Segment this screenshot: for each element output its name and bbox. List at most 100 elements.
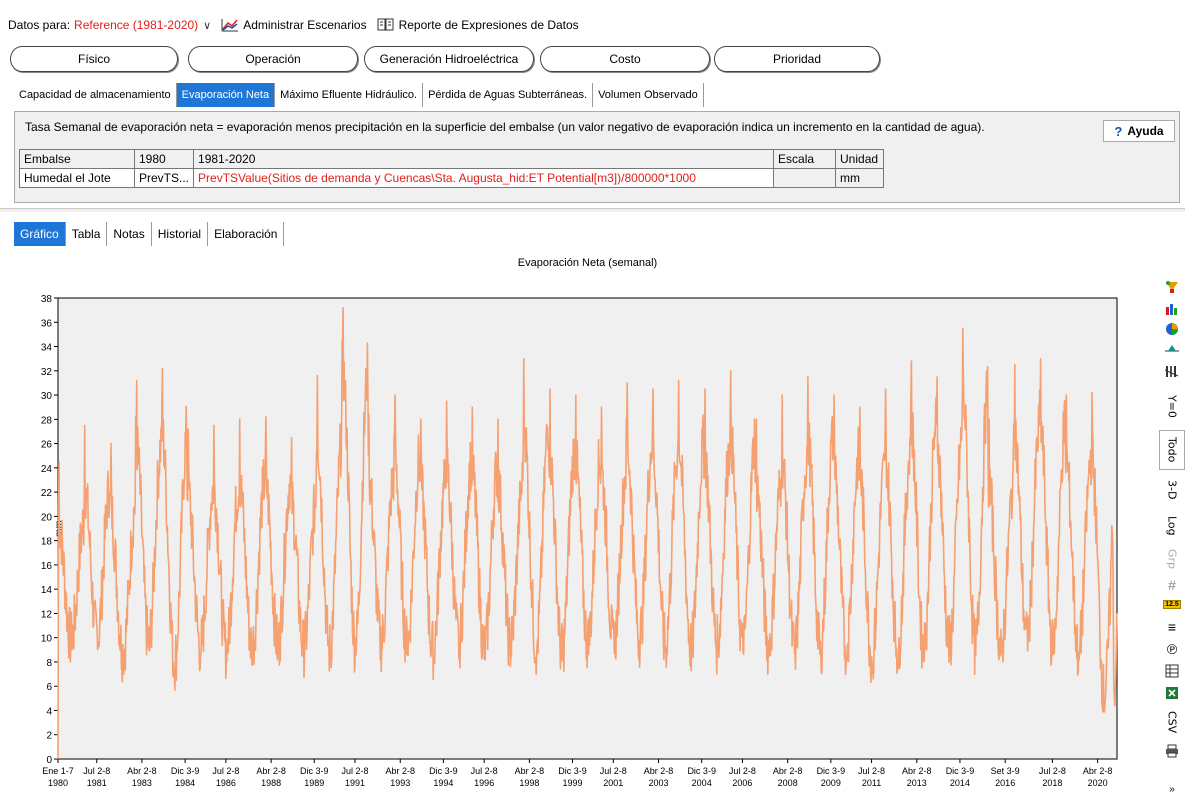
manage-scenarios-button[interactable]: Administrar Escenarios: [221, 17, 367, 33]
x-tick-label-year: 1989: [304, 778, 324, 788]
tab-evaporacion-neta[interactable]: Evaporación Neta: [176, 83, 276, 107]
excel-icon[interactable]: [1159, 684, 1185, 702]
header-1980: 1980: [133, 149, 195, 169]
tab-tabla[interactable]: Tabla: [66, 222, 108, 246]
tab-historial[interactable]: Historial: [152, 222, 209, 246]
y-tick-label: 32: [41, 367, 53, 378]
y-tick-label: 10: [41, 634, 53, 645]
x-tick-label-year: 2020: [1088, 778, 1108, 788]
x-tick-label: Abr 2-8: [256, 766, 286, 776]
tab-perdida-aguas[interactable]: Pérdida de Aguas Subterráneas.: [423, 83, 594, 107]
log-scale-button[interactable]: Log: [1159, 510, 1185, 542]
y-tick-label: 22: [41, 488, 53, 499]
tab-capacidad-almacenamiento[interactable]: Capacidad de almacenamiento: [14, 83, 177, 107]
lines-icon[interactable]: ≡: [1159, 618, 1185, 636]
x-tick-label: Jul 2-8: [729, 766, 756, 776]
x-tick-label-year: 1991: [345, 778, 365, 788]
y-tick-label: 12: [41, 609, 53, 620]
tab-label: Costo: [609, 52, 641, 66]
x-tick-label: Dic 3-9: [300, 766, 329, 776]
decimals-button[interactable]: 12.5: [1159, 596, 1185, 612]
y-tick-label: 36: [41, 318, 53, 329]
x-tick-label-year: 2001: [603, 778, 623, 788]
tab-maximo-efluente[interactable]: Máximo Efluente Hidráulico.: [275, 83, 424, 107]
expression-cell[interactable]: PrevTSValue(Sitios de demanda y Cuencas\…: [193, 168, 775, 188]
y-zero-button[interactable]: Y=0: [1159, 386, 1185, 426]
y-tick-label: 8: [46, 658, 52, 669]
three-d-button[interactable]: 3-D: [1159, 474, 1185, 506]
x-tick-label: Jul 2-8: [600, 766, 627, 776]
table-icon[interactable]: [1159, 662, 1185, 680]
x-tick-label: Ene 1-7: [42, 766, 74, 776]
variable-panel: Tasa Semanal de evaporación neta = evapo…: [14, 111, 1180, 203]
category-tabs: Físico Operación Generación Hidroeléctri…: [10, 46, 880, 72]
triangle-marker-icon[interactable]: [1159, 340, 1185, 358]
x-tick-label: Dic 3-9: [429, 766, 458, 776]
x-tick-label: Set 3-9: [991, 766, 1020, 776]
x-tick-label: Jul 2-8: [1039, 766, 1066, 776]
x-tick-label-year: 2006: [732, 778, 752, 788]
scenario-select[interactable]: Reference (1981-2020) ∨: [74, 18, 211, 32]
x-tick-label: Abr 2-8: [515, 766, 545, 776]
help-label: Ayuda: [1127, 124, 1164, 138]
font-icon[interactable]: ℗: [1159, 640, 1185, 658]
header-escala: Escala: [773, 149, 837, 169]
data-grid: Embalse 1980 1981-2020 Escala Unidad Hum…: [19, 149, 885, 188]
tab-label: Operación: [245, 52, 301, 66]
bar-chart-icon[interactable]: [1159, 300, 1185, 318]
data-expressions-report-label: Reporte de Expresiones de Datos: [398, 18, 579, 32]
x-tick-label: Jul 2-8: [341, 766, 368, 776]
y-tick-label: 26: [41, 440, 53, 451]
x-tick-label-year: 2014: [950, 778, 970, 788]
x-tick-label-year: 1986: [216, 778, 236, 788]
tab-elaboracion[interactable]: Elaboración: [208, 222, 285, 246]
help-button[interactable]: ? Ayuda: [1103, 120, 1175, 142]
decimals-label: 12.5: [1163, 599, 1181, 609]
x-tick-label: Abr 2-8: [127, 766, 157, 776]
tab-fisico[interactable]: Físico: [10, 46, 178, 72]
scenarios-chart-icon: [221, 19, 239, 32]
tab-grafico[interactable]: Gráfico: [14, 222, 66, 246]
print-icon[interactable]: [1159, 742, 1185, 760]
x-tick-label: Abr 2-8: [385, 766, 415, 776]
y-tick-label: 0: [46, 755, 52, 766]
tab-label: Generación Hidroeléctrica: [379, 52, 519, 66]
tab-operacion[interactable]: Operación: [188, 46, 358, 72]
chevron-down-icon[interactable]: ∨: [203, 19, 211, 32]
csv-button[interactable]: CSV: [1159, 708, 1185, 736]
pie-chart-icon[interactable]: [1159, 320, 1185, 338]
chart-toolbar: Y=0 Todo 3-D Log Grp # 12.5 ≡ ℗ CSV »: [1159, 272, 1185, 806]
x-tick-label-year: 1996: [474, 778, 494, 788]
cell-1980[interactable]: PrevTS...: [133, 168, 195, 188]
scale-cell[interactable]: [773, 168, 837, 188]
y-tick-label: 6: [46, 682, 52, 693]
y-tick-label: 28: [41, 415, 53, 426]
data-expressions-report-button[interactable]: Reporte de Expresiones de Datos: [377, 18, 579, 32]
panel-splitter[interactable]: [0, 208, 1185, 212]
x-tick-label: Abr 2-8: [773, 766, 803, 776]
x-tick-label-year: 1994: [433, 778, 453, 788]
grid-icon[interactable]: #: [1159, 576, 1185, 594]
manage-scenarios-label: Administrar Escenarios: [243, 18, 367, 32]
data-for-label: Datos para:: [8, 18, 71, 32]
table-row: Humedal el Jote PrevTS... PrevTSValue(Si…: [19, 168, 885, 188]
x-tick-label-year: 1993: [390, 778, 410, 788]
tab-volumen-observado[interactable]: Volumen Observado: [593, 83, 704, 107]
x-tick-label: Dic 3-9: [558, 766, 587, 776]
chart-title: Evaporación Neta (semanal): [518, 257, 657, 269]
x-tick-label-year: 1983: [132, 778, 152, 788]
tab-prioridad[interactable]: Prioridad: [714, 46, 880, 72]
variable-tabs: Capacidad de almacenamiento Evaporación …: [14, 83, 704, 107]
stacked-bars-icon[interactable]: [1159, 362, 1185, 380]
tab-costo[interactable]: Costo: [540, 46, 710, 72]
expand-more-icon[interactable]: »: [1159, 782, 1185, 796]
tab-label: Físico: [77, 52, 110, 66]
group-button[interactable]: Grp: [1159, 544, 1185, 574]
y-tick-label: 16: [41, 561, 53, 572]
scenario-toolbar: Datos para: Reference (1981-2020) ∨ Admi…: [8, 14, 579, 36]
show-all-button[interactable]: Todo: [1159, 430, 1185, 470]
tab-notas[interactable]: Notas: [107, 222, 152, 246]
header-embalse: Embalse: [19, 149, 135, 169]
color-palette-icon[interactable]: [1159, 278, 1185, 296]
tab-generacion-hidroelectrica[interactable]: Generación Hidroeléctrica: [364, 46, 534, 72]
